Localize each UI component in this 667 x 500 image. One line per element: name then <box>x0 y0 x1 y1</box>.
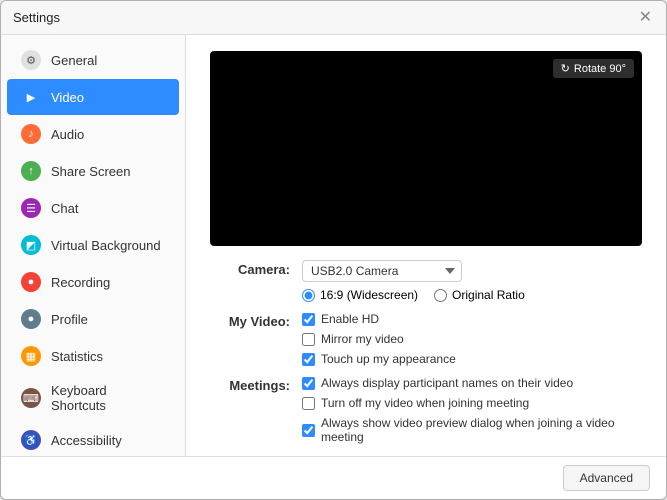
meetings-checkbox-2[interactable] <box>302 424 315 437</box>
my-video-label-2: Touch up my appearance <box>321 352 456 366</box>
sidebar-label-general: General <box>51 53 97 68</box>
meetings-option-2[interactable]: Always show video preview dialog when jo… <box>302 416 642 444</box>
rotate-button[interactable]: ↻ Rotate 90° <box>553 59 634 78</box>
sidebar-item-general[interactable]: ⚙ General <box>7 42 179 78</box>
ratio-row: 16:9 (Widescreen) Original Ratio <box>302 288 642 302</box>
profile-icon: ● <box>21 309 41 329</box>
window-title: Settings <box>13 10 60 25</box>
sidebar-item-stats[interactable]: ▦ Statistics <box>7 338 179 374</box>
my-video-checkbox-0[interactable] <box>302 313 315 326</box>
meetings-label-0: Always display participant names on thei… <box>321 376 573 390</box>
meetings-checkbox-0[interactable] <box>302 377 315 390</box>
sidebar-item-profile[interactable]: ● Profile <box>7 301 179 337</box>
sidebar-label-profile: Profile <box>51 312 88 327</box>
sidebar-label-accessibility: Accessibility <box>51 433 122 448</box>
sidebar-item-vbg[interactable]: ◩ Virtual Background <box>7 227 179 263</box>
advanced-button[interactable]: Advanced <box>563 465 650 491</box>
ratio-option-original[interactable]: Original Ratio <box>434 288 525 302</box>
footer: Advanced <box>1 456 666 499</box>
sidebar-label-keyboard: Keyboard Shortcuts <box>51 383 165 413</box>
camera-dropdown[interactable]: USB2.0 Camera <box>302 260 462 282</box>
share-icon: ↑ <box>21 161 41 181</box>
rotate-label: Rotate 90° <box>574 63 626 75</box>
title-bar: Settings ✕ <box>1 1 666 35</box>
sidebar-item-share[interactable]: ↑ Share Screen <box>7 153 179 189</box>
audio-icon: ♪ <box>21 124 41 144</box>
sidebar-label-share: Share Screen <box>51 164 131 179</box>
sidebar-item-accessibility[interactable]: ♿ Accessibility <box>7 422 179 456</box>
video-icon: ▶ <box>21 87 41 107</box>
vbg-icon: ◩ <box>21 235 41 255</box>
my-video-controls: Enable HD Mirror my video Touch up my appe… <box>302 312 642 366</box>
sidebar: ⚙ General ▶ Video ♪ Audio ↑ Share Screen ☰ Chat ◩ V… <box>1 35 186 456</box>
ratio-label-original: Original Ratio <box>452 288 525 302</box>
my-video-label-1: Mirror my video <box>321 332 404 346</box>
ratio-option-16_9[interactable]: 16:9 (Widescreen) <box>302 288 418 302</box>
camera-controls: USB2.0 Camera 16:9 (Widescreen) Original … <box>302 260 642 302</box>
my-video-checkbox-2[interactable] <box>302 353 315 366</box>
rotate-icon: ↻ <box>561 62 570 75</box>
ratio-radio-original[interactable] <box>434 289 447 302</box>
ratio-radio-16_9[interactable] <box>302 289 315 302</box>
sidebar-label-chat: Chat <box>51 201 78 216</box>
camera-select-wrapper: USB2.0 Camera <box>302 260 642 282</box>
ratio-label-16_9: 16:9 (Widescreen) <box>320 288 418 302</box>
my-video-option-1[interactable]: Mirror my video <box>302 332 642 346</box>
meetings-controls: Always display participant names on thei… <box>302 376 642 444</box>
video-preview: ↻ Rotate 90° <box>210 51 642 246</box>
meetings-option-0[interactable]: Always display participant names on thei… <box>302 376 642 390</box>
my-video-option-0[interactable]: Enable HD <box>302 312 642 326</box>
sidebar-label-video: Video <box>51 90 84 105</box>
sidebar-item-recording[interactable]: ● Recording <box>7 264 179 300</box>
my-video-row: My Video: Enable HD Mirror my video Touch … <box>210 312 642 366</box>
camera-row: Camera: USB2.0 Camera 16:9 (Widescreen) O… <box>210 260 642 302</box>
sidebar-item-video[interactable]: ▶ Video <box>7 79 179 115</box>
close-button[interactable]: ✕ <box>637 10 654 26</box>
sidebar-item-audio[interactable]: ♪ Audio <box>7 116 179 152</box>
my-video-label: My Video: <box>210 312 290 329</box>
my-video-label-0: Enable HD <box>321 312 379 326</box>
content-area: ⚙ General ▶ Video ♪ Audio ↑ Share Screen ☰ Chat ◩ V… <box>1 35 666 456</box>
settings-grid: Camera: USB2.0 Camera 16:9 (Widescreen) O… <box>210 260 642 444</box>
my-video-checkbox-1[interactable] <box>302 333 315 346</box>
recording-icon: ● <box>21 272 41 292</box>
chat-icon: ☰ <box>21 198 41 218</box>
general-icon: ⚙ <box>21 50 41 70</box>
meetings-label-2: Always show video preview dialog when jo… <box>321 416 642 444</box>
accessibility-icon: ♿ <box>21 430 41 450</box>
meetings-option-1[interactable]: Turn off my video when joining meeting <box>302 396 642 410</box>
main-content: ↻ Rotate 90° Camera: USB2.0 Camera 16:9 … <box>186 35 666 456</box>
meetings-label: Meetings: <box>210 376 290 393</box>
my-video-option-2[interactable]: Touch up my appearance <box>302 352 642 366</box>
meetings-label-1: Turn off my video when joining meeting <box>321 396 529 410</box>
camera-label: Camera: <box>210 260 290 277</box>
settings-window: Settings ✕ ⚙ General ▶ Video ♪ Audio ↑ Share Sc… <box>0 0 667 500</box>
sidebar-label-vbg: Virtual Background <box>51 238 161 253</box>
sidebar-item-chat[interactable]: ☰ Chat <box>7 190 179 226</box>
stats-icon: ▦ <box>21 346 41 366</box>
sidebar-label-recording: Recording <box>51 275 110 290</box>
sidebar-label-audio: Audio <box>51 127 84 142</box>
meetings-checkbox-1[interactable] <box>302 397 315 410</box>
keyboard-icon: ⌨ <box>21 388 41 408</box>
meetings-row: Meetings: Always display participant nam… <box>210 376 642 444</box>
sidebar-item-keyboard[interactable]: ⌨ Keyboard Shortcuts <box>7 375 179 421</box>
sidebar-label-stats: Statistics <box>51 349 103 364</box>
